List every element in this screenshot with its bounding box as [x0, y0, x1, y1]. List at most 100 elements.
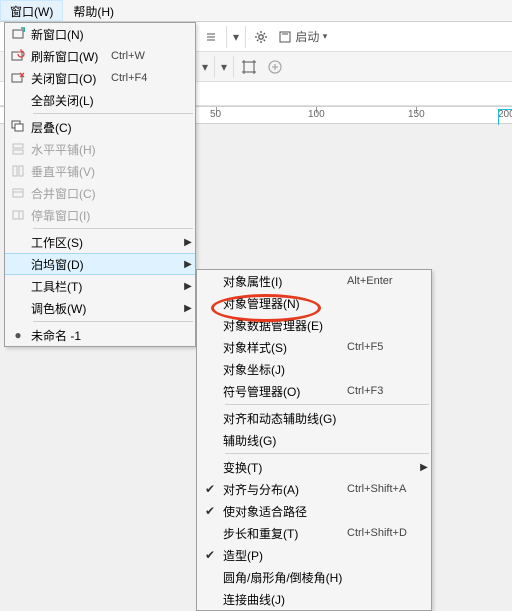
- menubar: 窗口(W) 帮助(H): [0, 0, 512, 22]
- label: 全部关闭(L): [31, 92, 111, 109]
- cascade-icon: [5, 116, 31, 138]
- dockers-submenu: 对象属性(I)Alt+Enter 对象管理器(N) 对象数据管理器(E) 对象样…: [196, 269, 432, 611]
- ruler-tick: 50: [210, 109, 221, 120]
- menuitem-object-manager[interactable]: 对象管理器(N): [197, 292, 431, 314]
- ruler-tick: 150: [408, 109, 425, 120]
- submenu-arrow-icon: ▶: [417, 462, 431, 473]
- accelerator: Ctrl+Shift+A: [347, 483, 417, 495]
- label: 步长和重复(T): [223, 525, 347, 542]
- accelerator: Ctrl+Shift+D: [347, 527, 417, 539]
- menuitem-tile-h: 水平平铺(H): [5, 138, 195, 160]
- menu-help[interactable]: 帮助(H): [63, 0, 124, 21]
- menuitem-close-all[interactable]: 全部关闭(L): [5, 89, 195, 111]
- menuitem-toolbars[interactable]: 工具栏(T) ▶: [5, 275, 195, 297]
- ruler-tick: 100: [308, 109, 325, 120]
- check-icon: ✔: [197, 548, 223, 562]
- close-window-icon: [5, 67, 31, 89]
- menuitem-align-distribute[interactable]: ✔对齐与分布(A)Ctrl+Shift+A: [197, 478, 431, 500]
- menuitem-merge: 合并窗口(C): [5, 182, 195, 204]
- label: 工作区(S): [31, 234, 111, 251]
- menuitem-object-properties[interactable]: 对象属性(I)Alt+Enter: [197, 270, 431, 292]
- menuitem-tile-v: 垂直平铺(V): [5, 160, 195, 182]
- menuitem-refresh-window[interactable]: 刷新窗口(W)Ctrl+W: [5, 45, 195, 67]
- window-menu-dropdown: 新窗口(N) 刷新窗口(W)Ctrl+W 关闭窗口(O)Ctrl+F4 全部关闭…: [4, 22, 196, 347]
- menuitem-dock-stop: 停靠窗口(I): [5, 204, 195, 226]
- label: 连接曲线(J): [223, 591, 347, 608]
- label: 关闭窗口(O): [31, 70, 111, 87]
- menuitem-transform[interactable]: 变换(T) ▶: [197, 456, 431, 478]
- menuitem-symbol-manager[interactable]: 符号管理器(O)Ctrl+F3: [197, 380, 431, 402]
- label: 停靠窗口(I): [31, 207, 111, 224]
- label: 辅助线(G): [223, 432, 347, 449]
- menuitem-connect-curve[interactable]: 连接曲线(J): [197, 588, 431, 610]
- label: 造型(P): [223, 547, 347, 564]
- menuitem-shaping[interactable]: ✔造型(P): [197, 544, 431, 566]
- chevron-down-icon[interactable]: ▾: [198, 60, 212, 74]
- submenu-arrow-icon: ▶: [181, 303, 195, 314]
- menuitem-cascade[interactable]: 层叠(C): [5, 116, 195, 138]
- label: 变换(T): [223, 459, 347, 476]
- label: 对象管理器(N): [223, 295, 347, 312]
- label: 对象属性(I): [223, 273, 347, 290]
- menuitem-step-repeat[interactable]: 步长和重复(T)Ctrl+Shift+D: [197, 522, 431, 544]
- accelerator: Ctrl+F3: [347, 385, 417, 397]
- separator: [226, 26, 227, 48]
- label: 刷新窗口(W): [31, 48, 111, 65]
- bullet-icon: ●: [5, 324, 31, 346]
- label: 未命名 -1: [31, 327, 111, 344]
- tile-v-icon: [5, 160, 31, 182]
- merge-icon: [5, 182, 31, 204]
- menuitem-dockers[interactable]: 泊坞窗(D)▶: [5, 253, 195, 275]
- menu-help-label: 帮助(H): [73, 5, 114, 19]
- menuitem-object-data[interactable]: 对象数据管理器(E): [197, 314, 431, 336]
- separator: [33, 321, 193, 322]
- label: 对象坐标(J): [223, 361, 347, 378]
- submenu-arrow-icon: ▶: [181, 281, 195, 292]
- label: 垂直平铺(V): [31, 163, 111, 180]
- menuitem-workspace[interactable]: 工作区(S) ▶: [5, 231, 195, 253]
- menuitem-guides[interactable]: 辅助线(G): [197, 429, 431, 451]
- menuitem-object-coords[interactable]: 对象坐标(J): [197, 358, 431, 380]
- launch-dropdown[interactable]: 启动 ▾: [274, 24, 331, 50]
- label: 对齐与分布(A): [223, 481, 347, 498]
- check-icon: ✔: [197, 482, 223, 496]
- page-edge: [498, 109, 512, 125]
- menuitem-object-styles[interactable]: 对象样式(S)Ctrl+F5: [197, 336, 431, 358]
- menuitem-fit-path[interactable]: ✔使对象适合路径: [197, 500, 431, 522]
- menuitem-align-dynamic[interactable]: 对齐和动态辅助线(G): [197, 407, 431, 429]
- check-icon: ✔: [197, 504, 223, 518]
- label: 使对象适合路径: [223, 503, 347, 520]
- label: 对齐和动态辅助线(G): [223, 410, 347, 427]
- submenu-arrow-icon: ▶: [181, 237, 195, 248]
- refresh-icon: [5, 45, 31, 67]
- accelerator: Ctrl+F5: [347, 341, 417, 353]
- label: 新窗口(N): [31, 26, 111, 43]
- accelerator: Ctrl+F4: [111, 72, 181, 84]
- artboard-icon[interactable]: [236, 54, 262, 80]
- chevron-down-icon[interactable]: ▾: [217, 60, 231, 74]
- separator: [245, 26, 246, 48]
- separator: [225, 404, 429, 405]
- menu-window-label: 窗口(W): [10, 5, 53, 19]
- chevron-down-icon[interactable]: ▾: [229, 30, 243, 44]
- menuitem-close-window[interactable]: 关闭窗口(O)Ctrl+F4: [5, 67, 195, 89]
- options-icon[interactable]: [198, 24, 224, 50]
- tile-h-icon: [5, 138, 31, 160]
- menu-window[interactable]: 窗口(W): [0, 0, 63, 21]
- label: 层叠(C): [31, 119, 111, 136]
- label: 工具栏(T): [31, 278, 111, 295]
- label: 圆角/扇形角/倒棱角(H): [223, 569, 347, 586]
- add-icon[interactable]: [262, 54, 288, 80]
- menuitem-palettes[interactable]: 调色板(W)▶: [5, 297, 195, 319]
- menuitem-corner[interactable]: 圆角/扇形角/倒棱角(H): [197, 566, 431, 588]
- separator: [214, 56, 215, 78]
- menuitem-new-window[interactable]: 新窗口(N): [5, 23, 195, 45]
- new-window-icon: [5, 23, 31, 45]
- separator: [33, 228, 193, 229]
- menuitem-document[interactable]: ●未命名 -1: [5, 324, 195, 346]
- launch-label: 启动: [295, 28, 319, 45]
- label: 对象样式(S): [223, 339, 347, 356]
- label: 水平平铺(H): [31, 141, 111, 158]
- accelerator: Alt+Enter: [347, 275, 417, 287]
- gear-icon[interactable]: [248, 24, 274, 50]
